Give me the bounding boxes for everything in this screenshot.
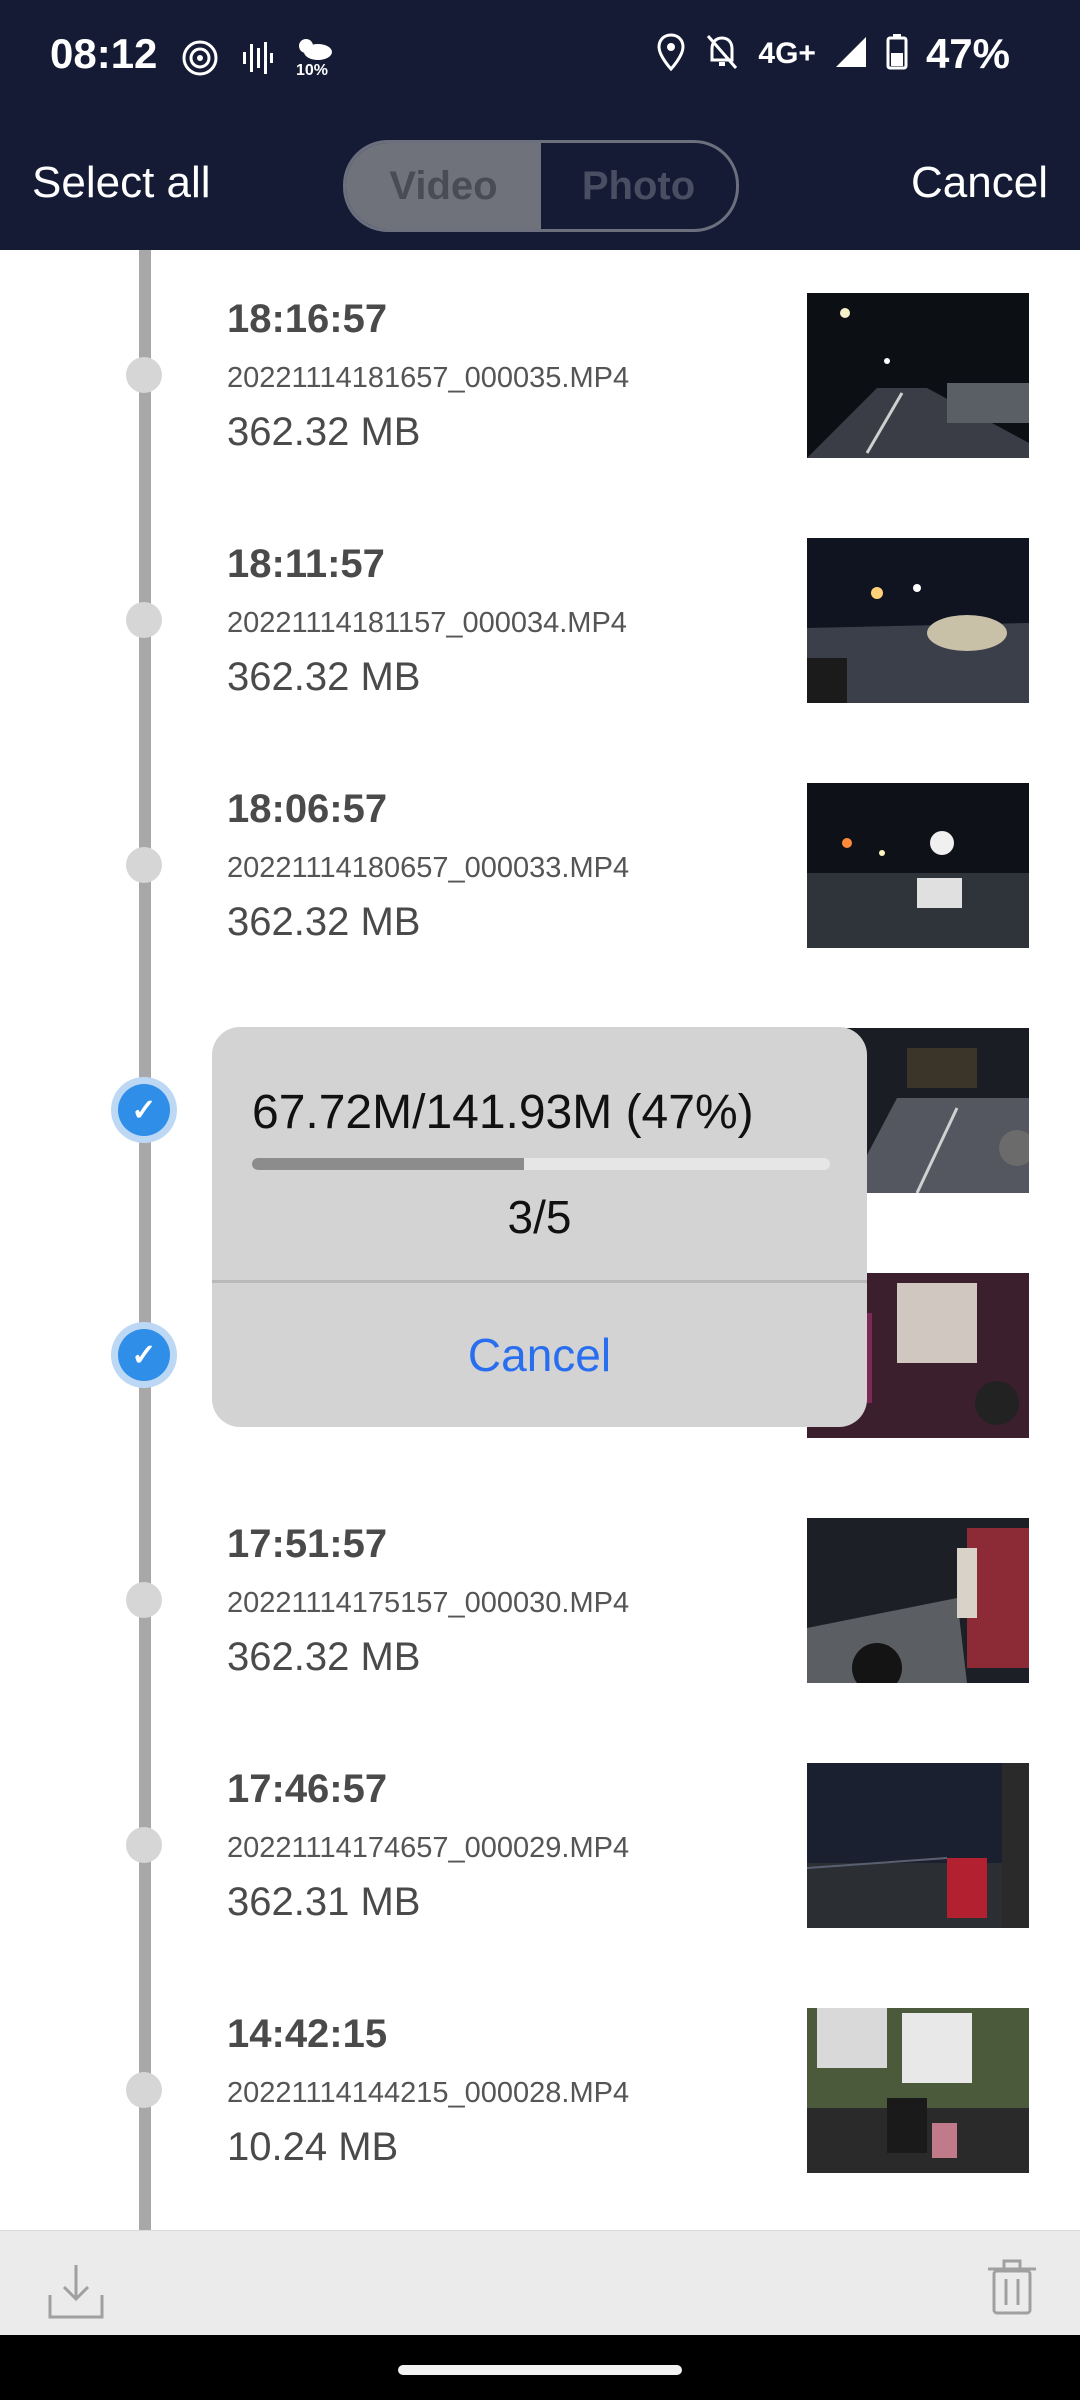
- list-item[interactable]: 18:06:57 20221114180657_000033.MP4 362.3…: [0, 740, 1080, 985]
- video-thumbnail[interactable]: [807, 783, 1029, 948]
- signal-icon: [834, 35, 868, 74]
- video-thumbnail[interactable]: [807, 1763, 1029, 1928]
- video-thumbnail[interactable]: [807, 1518, 1029, 1683]
- download-icon[interactable]: [44, 2259, 108, 2328]
- status-bar: 08:12 10% 4G+ 47%: [0, 0, 1080, 120]
- file-size: 362.31 MB: [227, 1880, 421, 1924]
- tab-video[interactable]: Video: [346, 143, 541, 229]
- download-progress-dialog: 67.72M/141.93M (47%) 3/5 Cancel: [212, 1027, 867, 1427]
- file-time: 18:16:57: [227, 297, 388, 341]
- status-icons-right: 4G+ 47%: [656, 30, 1010, 78]
- file-name: 20221114180657_000033.MP4: [227, 852, 630, 884]
- list-item[interactable]: 18:16:57 20221114181657_000035.MP4 362.3…: [0, 250, 1080, 495]
- file-name: 20221114175157_000030.MP4: [227, 1587, 630, 1619]
- status-icons-left: 10%: [180, 36, 334, 84]
- dialog-cancel-button[interactable]: Cancel: [212, 1283, 867, 1427]
- wifi-hotspot-icon: [180, 38, 220, 83]
- selection-node[interactable]: [126, 1827, 162, 1863]
- list-item[interactable]: 17:46:57 20221114174657_000029.MP4 362.3…: [0, 1720, 1080, 1965]
- voice-icon: [240, 38, 274, 83]
- file-name: 20221114181157_000034.MP4: [227, 607, 627, 639]
- video-thumbnail[interactable]: [807, 538, 1029, 703]
- file-time: 18:06:57: [227, 787, 388, 831]
- home-gesture-handle[interactable]: [398, 2365, 682, 2375]
- file-count: 3/5: [507, 1191, 572, 1243]
- selection-node[interactable]: [126, 602, 162, 638]
- status-time: 08:12: [50, 30, 158, 77]
- file-name: 20221114174657_000029.MP4: [227, 1832, 630, 1864]
- list-item[interactable]: 17:51:57 20221114175157_000030.MP4 362.3…: [0, 1475, 1080, 1720]
- network-type: 4G+: [758, 37, 816, 70]
- list-item[interactable]: 18:11:57 20221114181157_000034.MP4 362.3…: [0, 495, 1080, 740]
- cancel-button[interactable]: Cancel: [911, 158, 1048, 208]
- selection-node[interactable]: [126, 2072, 162, 2108]
- file-size: 362.32 MB: [227, 1635, 421, 1679]
- file-size: 362.32 MB: [227, 655, 421, 699]
- system-nav-bar: [0, 2335, 1080, 2400]
- selection-node[interactable]: [126, 1582, 162, 1618]
- file-time: 17:46:57: [227, 1767, 388, 1811]
- file-time: 14:42:15: [227, 2012, 388, 2056]
- file-size: 362.32 MB: [227, 900, 421, 944]
- file-size: 10.24 MB: [227, 2125, 399, 2169]
- progress-text: 67.72M/141.93M (47%): [252, 1086, 754, 1139]
- selection-node[interactable]: [126, 357, 162, 393]
- notifications-off-icon: [704, 32, 740, 77]
- progress-bar: [252, 1158, 830, 1170]
- list-item[interactable]: 14:42:15 20221114144215_000028.MP4 10.24…: [0, 1965, 1080, 2210]
- file-time: 18:11:57: [227, 542, 385, 586]
- selection-node[interactable]: [126, 847, 162, 883]
- weather-percent: 10%: [296, 62, 329, 79]
- location-icon: [656, 32, 686, 77]
- selected-check-icon[interactable]: ✓: [118, 1084, 170, 1136]
- battery-icon: [886, 33, 908, 75]
- file-name: 20221114144215_000028.MP4: [227, 2077, 630, 2109]
- video-thumbnail[interactable]: [807, 293, 1029, 458]
- weather-icon: 10%: [294, 36, 334, 84]
- bottom-action-bar: [0, 2230, 1080, 2336]
- video-thumbnail[interactable]: [807, 2008, 1029, 2173]
- file-time: 17:51:57: [227, 1522, 388, 1566]
- progress-bar-fill: [252, 1158, 524, 1170]
- trash-icon[interactable]: [984, 2257, 1040, 2322]
- file-size: 362.32 MB: [227, 410, 421, 454]
- top-bar: Select all Video Photo Cancel: [0, 120, 1080, 250]
- tab-photo[interactable]: Photo: [541, 143, 736, 229]
- file-name: 20221114181657_000035.MP4: [227, 362, 630, 394]
- media-type-toggle: Video Photo: [343, 140, 739, 232]
- select-all-button[interactable]: Select all: [32, 158, 211, 208]
- battery-percent: 47%: [925, 30, 1010, 77]
- selected-check-icon[interactable]: ✓: [118, 1329, 170, 1381]
